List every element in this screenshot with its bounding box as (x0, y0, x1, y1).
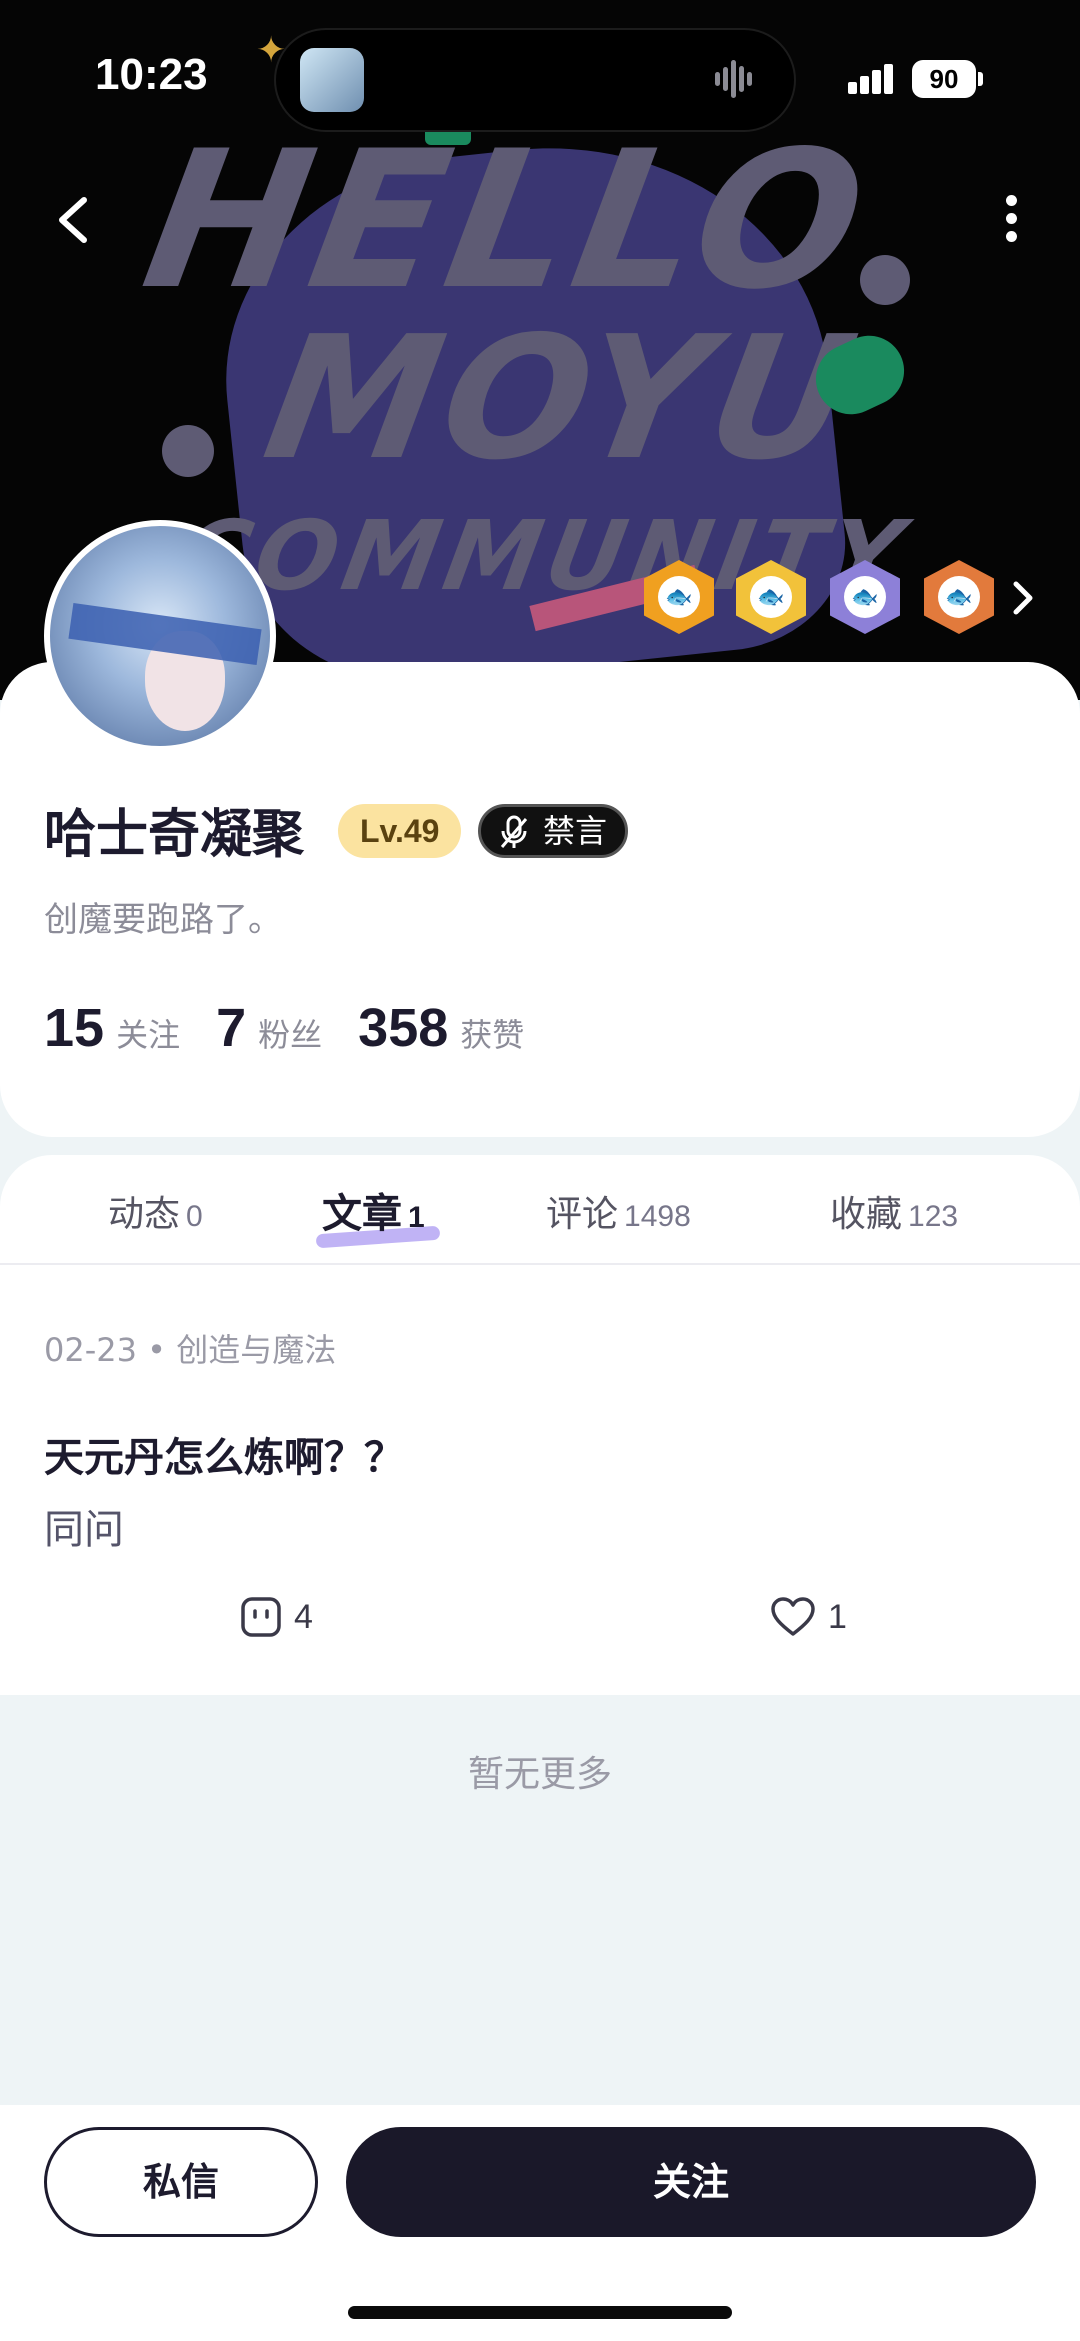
fish-icon: 🐟 (938, 576, 980, 618)
mute-label: 禁言 (543, 812, 608, 850)
followers-count[interactable]: 7 (216, 997, 246, 1059)
following-label[interactable]: 关注 (116, 1010, 180, 1056)
banner-dot (860, 255, 910, 305)
no-more-text: 暂无更多 (467, 1754, 612, 1795)
fish-icon: 🐟 (750, 576, 792, 618)
tab-articles[interactable]: 文章 1 (322, 1181, 425, 1239)
followers-label[interactable]: 粉丝 (258, 1010, 322, 1056)
tab-comments[interactable]: 评论 1498 (546, 1185, 691, 1237)
tab-favorites[interactable]: 收藏 123 (830, 1185, 958, 1237)
heart-icon (771, 1597, 815, 1636)
banner-dot (162, 425, 214, 477)
home-indicator[interactable] (348, 2306, 732, 2319)
battery-icon: 90 (912, 60, 976, 98)
content-card: 动态 0 文章 1 评论 1498 收藏 123 02-23 • 创造与魔法 天元丹怎么… (0, 1155, 1080, 1695)
tab-count: 1498 (624, 1200, 691, 1233)
likes-label: 获赞 (460, 1016, 525, 1054)
fish-icon: 🐟 (658, 576, 700, 618)
stats-row: 15 关注 7 粉丝 358 获赞 (44, 997, 560, 1061)
tab-divider (0, 1263, 1080, 1265)
avatar[interactable] (44, 520, 276, 752)
tab-count: 0 (186, 1200, 203, 1233)
audio-wave-icon (715, 60, 765, 100)
island-app-icon (300, 48, 364, 112)
tab-posts[interactable]: 动态 0 (108, 1185, 203, 1237)
tab-label: 文章 (322, 1191, 402, 1237)
banner-hello-text: HELLO (130, 110, 886, 331)
more-icon[interactable] (996, 195, 1026, 255)
tab-count: 123 (908, 1200, 959, 1233)
comment-count: 4 (294, 1597, 313, 1636)
tab-label: 评论 (546, 1194, 619, 1235)
follow-button[interactable]: 关注 (346, 2127, 1036, 2237)
back-icon[interactable] (50, 190, 100, 250)
fish-icon: 🐟 (844, 576, 886, 618)
username: 哈士奇凝聚 (44, 805, 305, 865)
tab-label: 收藏 (830, 1194, 903, 1235)
like-button[interactable]: 1 (770, 1595, 847, 1639)
mic-muted-icon (500, 815, 528, 848)
tab-count: 1 (408, 1201, 425, 1234)
banner-moyu-text: MOYU (252, 300, 874, 498)
bio: 创魔要跑路了。 (44, 900, 282, 940)
comment-icon (241, 1597, 281, 1637)
status-time: 10:23 (95, 50, 208, 99)
following-count[interactable]: 15 (44, 997, 104, 1059)
post-meta[interactable]: 02-23 • 创造与魔法 (44, 1325, 336, 1371)
like-count: 1 (828, 1597, 847, 1636)
post-body[interactable]: 同问 (44, 1497, 124, 1555)
comment-button[interactable]: 4 (240, 1595, 313, 1639)
level-badge: Lv.49 (338, 804, 462, 858)
badge-more-chevron-icon[interactable] (1010, 578, 1036, 618)
message-button[interactable]: 私信 (44, 2127, 318, 2237)
battery-tip (978, 72, 983, 86)
likes-count: 358 (358, 998, 449, 1058)
tab-label: 动态 (108, 1194, 181, 1235)
post-title[interactable]: 天元丹怎么炼啊？？ (44, 1425, 404, 1483)
mute-badge: 禁言 (478, 804, 629, 858)
signal-icon (848, 64, 900, 96)
